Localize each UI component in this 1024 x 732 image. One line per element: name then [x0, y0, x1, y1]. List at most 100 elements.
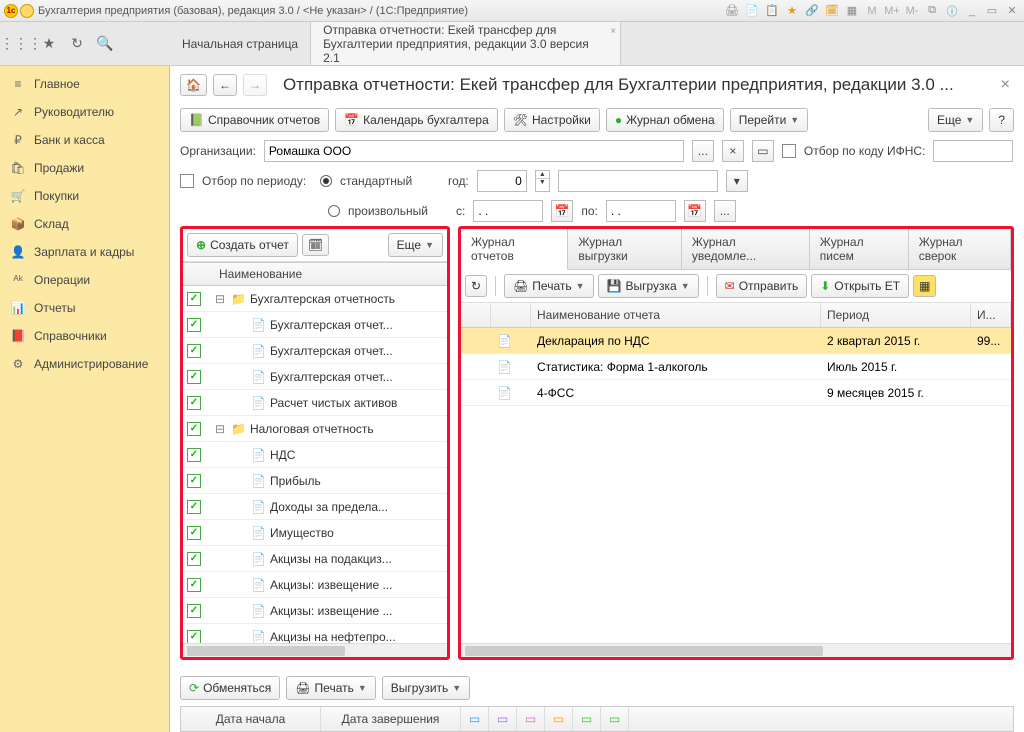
more-button[interactable]: Еще▼ — [928, 108, 983, 132]
minimize-icon[interactable]: _ — [964, 3, 980, 19]
home-button[interactable]: 🏠 — [180, 74, 207, 96]
sidebar-item-6[interactable]: 👤Зарплата и кадры — [0, 238, 169, 266]
period-combo[interactable] — [558, 170, 718, 192]
journal-tab-0[interactable]: Журнал отчетов — [461, 229, 568, 270]
journal-row[interactable]: 📄4-ФСС9 месяцев 2015 г. — [461, 380, 1011, 406]
maximize-icon[interactable]: ▭ — [984, 3, 1000, 19]
tree-row[interactable]: 📄Бухгалтерская отчет... — [183, 338, 447, 364]
calendar-button[interactable]: 📅Календарь бухгалтера — [335, 108, 498, 132]
clipboard-icon[interactable]: 📋 — [764, 3, 780, 19]
tree-row[interactable]: ⊟📁Бухгалтерская отчетность — [183, 286, 447, 312]
tree-row[interactable]: 📄Прибыль — [183, 468, 447, 494]
ref-reports-button[interactable]: 📗Справочник отчетов — [180, 108, 329, 132]
refresh-button[interactable]: ↻ — [465, 275, 487, 297]
org-extra-button[interactable]: ▭ — [752, 140, 774, 162]
doc-icon[interactable]: 📄 — [744, 3, 760, 19]
ifns-input[interactable] — [933, 140, 1013, 162]
page-close-button[interactable]: × — [997, 76, 1014, 94]
tree-row[interactable]: 📄Акцизы на подакциз... — [183, 546, 447, 572]
settings-button[interactable]: 🛠Настройки — [504, 108, 600, 132]
from-input[interactable] — [473, 200, 543, 222]
export-button[interactable]: 💾Выгрузка▼ — [598, 274, 699, 298]
tree-checkbox[interactable] — [187, 370, 201, 384]
goto-button[interactable]: Перейти▼ — [730, 108, 808, 132]
history-icon[interactable]: ↻ — [68, 35, 86, 53]
sidebar-item-3[interactable]: 🛍Продажи — [0, 154, 169, 182]
std-radio[interactable] — [320, 175, 332, 187]
journal-tab-4[interactable]: Журнал сверок — [909, 229, 1011, 269]
m-minus-icon[interactable]: M- — [904, 3, 920, 19]
tree-row[interactable]: 📄Расчет чистых активов — [183, 390, 447, 416]
journal-tab-1[interactable]: Журнал выгрузки — [568, 229, 682, 269]
sidebar-item-9[interactable]: 📕Справочники — [0, 322, 169, 350]
org-input[interactable] — [264, 140, 684, 162]
back-button[interactable]: ← — [213, 74, 237, 96]
tree-checkbox[interactable] — [187, 318, 201, 332]
tree-checkbox[interactable] — [187, 474, 201, 488]
exchange-button[interactable]: ⟳Обменяться — [180, 676, 280, 700]
print-button[interactable]: 🖨Печать▼ — [504, 274, 593, 298]
tree-row[interactable]: 📄Доходы за предела... — [183, 494, 447, 520]
period-checkbox[interactable] — [180, 174, 194, 188]
tree-more-button[interactable]: Еще▼ — [388, 233, 443, 257]
tree-row[interactable]: 📄Акцизы на нефтепро... — [183, 624, 447, 643]
tree-checkbox[interactable] — [187, 630, 201, 644]
tree-checkbox[interactable] — [187, 422, 201, 436]
m-plus-icon[interactable]: M+ — [884, 3, 900, 19]
journal-row[interactable]: 📄Декларация по НДС2 квартал 2015 г.99... — [461, 328, 1011, 354]
tree-checkbox[interactable] — [187, 526, 201, 540]
calc-icon[interactable]: 🗓 — [824, 3, 840, 19]
send-button[interactable]: ✉Отправить — [716, 274, 808, 298]
tree-checkbox[interactable] — [187, 578, 201, 592]
create-report-button[interactable]: ⊕Создать отчет — [187, 233, 298, 257]
sidebar-item-8[interactable]: 📊Отчеты — [0, 294, 169, 322]
toggle-view-button[interactable]: ▦ — [913, 275, 936, 297]
titlebar-circle-icon[interactable] — [20, 4, 34, 18]
favorite-icon[interactable]: ★ — [40, 35, 58, 53]
tree-checkbox[interactable] — [187, 396, 201, 410]
sidebar-item-2[interactable]: ₽Банк и касса — [0, 126, 169, 154]
tree-checkbox[interactable] — [187, 292, 201, 306]
exchange-log-button[interactable]: ●Журнал обмена — [606, 108, 724, 132]
reports-tree[interactable]: ⊟📁Бухгалтерская отчетность 📄Бухгалтерская… — [183, 286, 447, 643]
tree-row[interactable]: ⊟📁Налоговая отчетность — [183, 416, 447, 442]
org-select-button[interactable]: ... — [692, 140, 714, 162]
info-icon[interactable]: ⓘ — [944, 3, 960, 19]
apps-icon[interactable]: ⋮⋮⋮ — [12, 35, 30, 53]
sidebar-item-5[interactable]: 📦Склад — [0, 210, 169, 238]
search-icon[interactable]: 🔍 — [96, 35, 114, 53]
sidebar-item-10[interactable]: ⚙Администрирование — [0, 350, 169, 378]
period-dropdown-button[interactable]: ▾ — [726, 170, 748, 192]
forward-button[interactable]: → — [243, 74, 267, 96]
bottom-export-button[interactable]: Выгрузить▼ — [382, 676, 470, 700]
tree-calendar-button[interactable]: 🗓 — [302, 234, 329, 256]
tree-row[interactable]: 📄НДС — [183, 442, 447, 468]
tree-row[interactable]: 📄Бухгалтерская отчет... — [183, 364, 447, 390]
ifns-checkbox[interactable] — [782, 144, 796, 158]
expand-icon[interactable]: ⊟ — [215, 292, 227, 306]
from-calendar-button[interactable]: 📅 — [551, 200, 573, 222]
tree-checkbox[interactable] — [187, 604, 201, 618]
year-up-button[interactable]: ▲ — [536, 171, 549, 179]
open-et-button[interactable]: ⬇Открыть ET — [811, 274, 909, 298]
sidebar-item-4[interactable]: 🛒Покупки — [0, 182, 169, 210]
link-icon[interactable]: 🔗 — [804, 3, 820, 19]
print-icon[interactable]: 🖨 — [724, 3, 740, 19]
tree-h-scrollbar[interactable] — [183, 643, 447, 657]
org-clear-button[interactable]: × — [722, 140, 744, 162]
help-button[interactable]: ? — [989, 108, 1014, 132]
sidebar-item-7[interactable]: ᴬᵏОперации — [0, 266, 169, 294]
sidebar-item-1[interactable]: ↗Руководителю — [0, 98, 169, 126]
journal-h-scrollbar[interactable] — [461, 643, 1011, 657]
to-input[interactable] — [606, 200, 676, 222]
journal-rows[interactable]: 📄Декларация по НДС2 квартал 2015 г.99...… — [461, 328, 1011, 643]
tab-home[interactable]: Начальная страница — [170, 22, 311, 65]
expand-icon[interactable]: ⊟ — [215, 422, 227, 436]
journal-row[interactable]: 📄Статистика: Форма 1-алкогольИюль 2015 г… — [461, 354, 1011, 380]
bottom-print-button[interactable]: 🖨Печать▼ — [286, 676, 375, 700]
custom-radio[interactable] — [328, 205, 340, 217]
tree-checkbox[interactable] — [187, 344, 201, 358]
period-picker-button[interactable]: ... — [714, 200, 736, 222]
tree-row[interactable]: 📄Имущество — [183, 520, 447, 546]
calendar-icon[interactable]: ▦ — [844, 3, 860, 19]
